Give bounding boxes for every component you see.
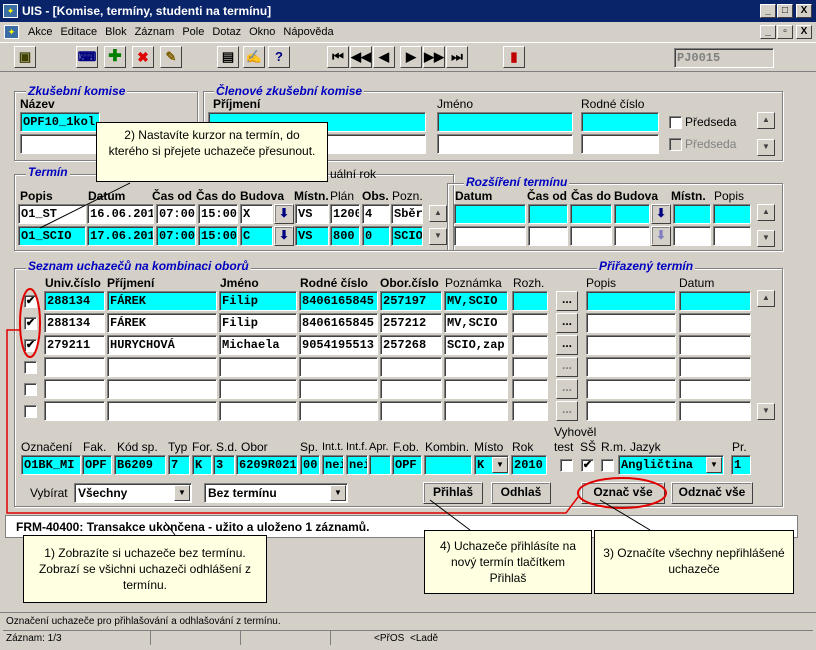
- annotation-connector-line: [6, 329, 579, 514]
- callout-step1: 1) Zobrazíte si uchazeče bez termínu. Zo…: [23, 535, 267, 603]
- callout2-pointer: [164, 521, 176, 536]
- callout-step3: 3) Označíte všechny nepřihlášené uchazeč…: [594, 530, 794, 594]
- callout3-pointer: [429, 499, 471, 531]
- status-divider: [0, 612, 816, 613]
- status-seg2: <Ladě: [410, 633, 439, 644]
- status-sep-1: [150, 631, 151, 645]
- status-hint: Označení uchazeče pro přihlašování a odh…: [6, 616, 281, 627]
- callout4-pointer: [599, 499, 651, 531]
- status-sep-2: [240, 631, 241, 645]
- status-record: Záznam: 1/3: [6, 633, 62, 644]
- status-sep-3: [330, 631, 331, 645]
- annotation-checkbox-ellipse: [19, 288, 41, 358]
- status-seg1: <PřOS: [374, 633, 405, 644]
- callout-step4: 4) Uchazeče přihlásíte na nový termín tl…: [424, 530, 592, 594]
- callout1-pointer: [39, 182, 131, 229]
- callout-step2: 2) Nastavíte kurzor na termín, do kteréh…: [96, 122, 328, 182]
- status-bar: [3, 630, 813, 646]
- annotation-oznac-ellipse: [577, 477, 667, 509]
